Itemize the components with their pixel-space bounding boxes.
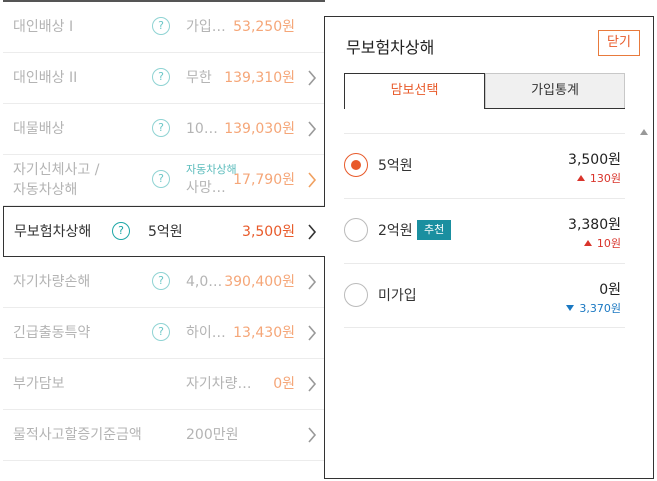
option-row[interactable]: 5억원 3,500원 130원	[344, 133, 625, 198]
coverage-price: 53,250원	[233, 19, 295, 35]
coverage-row-bodily-injury-2[interactable]: 대인배상 II ? 무한 139,310원	[3, 53, 325, 104]
coverage-price: 17,790원	[233, 172, 295, 188]
option-amount: 0원	[599, 282, 621, 298]
help-icon[interactable]: ?	[152, 68, 170, 86]
option-amount: 3,380원	[568, 217, 621, 233]
chevron-right-icon	[307, 376, 317, 392]
panel-tabs: 담보선택 가입통계	[344, 73, 625, 109]
coverage-price: 390,400원	[224, 274, 295, 290]
option-diff: 130원	[576, 170, 621, 186]
help-icon[interactable]: ?	[112, 222, 130, 240]
coverage-row-own-vehicle-damage[interactable]: 자기차량손해 ? 4,0… 390,400원	[3, 257, 325, 308]
coverage-detail-panel: 무보험차상해 닫기 담보선택 가입통계 5억원 3,500원 130원 2억원 …	[324, 16, 654, 479]
tab-coverage-select[interactable]: 담보선택	[344, 73, 485, 109]
option-amount: 3,500원	[568, 152, 621, 168]
coverage-row-emergency-dispatch[interactable]: 긴급출동특약 ? 하이… 13,430원	[3, 308, 325, 359]
recommended-badge: 추천	[417, 220, 452, 240]
coverage-price: 0원	[273, 376, 295, 392]
coverage-value: 자기차량…	[186, 376, 252, 392]
help-icon[interactable]: ?	[152, 323, 170, 341]
coverage-value: 10…	[186, 121, 218, 137]
coverage-price: 13,430원	[233, 325, 295, 341]
chevron-right-icon	[307, 224, 317, 240]
coverage-name: 대인배상 I	[13, 19, 74, 35]
radio-button[interactable]	[344, 153, 368, 177]
coverage-name: 무보험차상해	[14, 224, 92, 240]
coverage-value: 5억원	[148, 224, 183, 240]
chevron-right-icon	[307, 274, 317, 290]
option-label: 5억원	[378, 158, 413, 174]
coverage-value: 무한	[186, 70, 212, 86]
chevron-right-icon	[307, 70, 317, 86]
help-icon[interactable]: ?	[152, 272, 170, 290]
coverage-list: 대인배상 I ? 가입… 53,250원 대인배상 II ? 무한 139,31…	[3, 0, 325, 481]
chevron-right-icon	[307, 427, 317, 443]
coverage-value: 하이…	[186, 325, 226, 341]
tab-statistics[interactable]: 가입통계	[485, 73, 625, 109]
coverage-name: 자기차량손해	[13, 274, 91, 290]
triangle-up-icon	[583, 240, 592, 246]
tab-divider	[485, 108, 625, 109]
coverage-row-property-damage[interactable]: 대물배상 ? 10… 139,030원	[3, 104, 325, 155]
coverage-row-surcharge-threshold[interactable]: 물적사고할증기준금액 200만원	[3, 410, 325, 461]
option-diff: 3,370원	[566, 300, 621, 316]
radio-button[interactable]	[344, 283, 368, 307]
coverage-name: 긴급출동특약	[13, 325, 91, 341]
option-diff: 10원	[583, 235, 621, 251]
coverage-value: 200만원	[186, 427, 239, 443]
chevron-right-icon	[307, 121, 317, 137]
coverage-row-uninsured-motorist[interactable]: 무보험차상해 ? 5억원 3,500원	[3, 206, 325, 257]
coverage-name: 자기신체사고 / 자동차상해	[13, 162, 100, 198]
coverage-name: 물적사고할증기준금액	[13, 427, 142, 443]
radio-button[interactable]	[344, 218, 368, 242]
option-label: 2억원	[378, 223, 413, 239]
close-button[interactable]: 닫기	[598, 30, 640, 56]
coverage-price: 139,310원	[224, 70, 295, 86]
triangle-down-icon	[566, 305, 575, 311]
option-row[interactable]: 미가입 0원 3,370원	[344, 263, 625, 328]
scroll-up-icon[interactable]	[640, 129, 648, 135]
coverage-name: 대인배상 II	[13, 70, 78, 86]
coverage-row-additional[interactable]: 부가담보 자기차량… 0원	[3, 359, 325, 410]
coverage-value: 4,0…	[186, 274, 223, 290]
option-label: 미가입	[378, 288, 417, 304]
coverage-price: 3,500원	[242, 224, 295, 240]
coverage-row-personal-injury[interactable]: 자기신체사고 / 자동차상해 ? 자동차상해 사망… 17,790원	[3, 155, 325, 206]
chevron-right-icon	[307, 325, 317, 341]
divider	[344, 327, 625, 328]
triangle-up-icon	[576, 175, 585, 181]
coverage-name: 부가담보	[13, 376, 65, 392]
coverage-price: 139,030원	[224, 121, 295, 137]
help-icon[interactable]: ?	[152, 119, 170, 137]
help-icon[interactable]: ?	[152, 170, 170, 188]
coverage-name: 대물배상	[13, 121, 65, 137]
coverage-row-bodily-injury-1[interactable]: 대인배상 I ? 가입… 53,250원	[3, 2, 325, 53]
panel-title: 무보험차상해	[346, 38, 435, 57]
help-icon[interactable]: ?	[152, 17, 170, 35]
option-row[interactable]: 2억원 추천 3,380원 10원	[344, 198, 625, 263]
coverage-value: 자동차상해 사망…	[186, 163, 237, 196]
chevron-right-icon	[307, 172, 317, 188]
coverage-value: 가입…	[186, 19, 226, 35]
